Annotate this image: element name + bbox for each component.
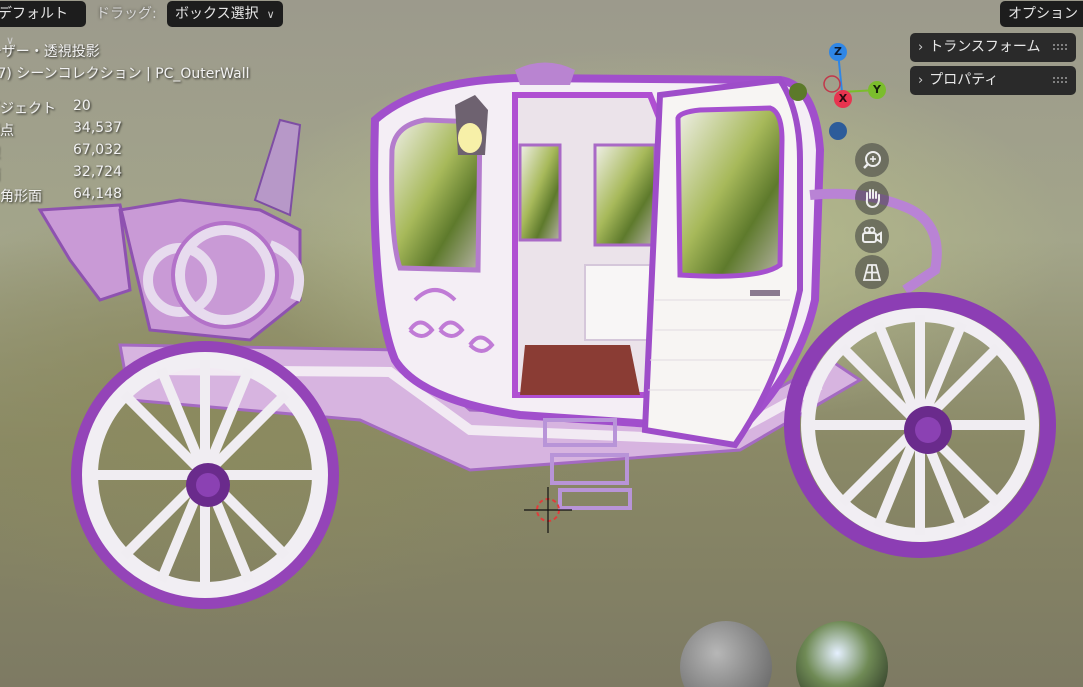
- ortho-toggle-button[interactable]: [855, 255, 889, 289]
- stat-key: オブジェクト: [0, 101, 56, 117]
- options-button[interactable]: オプション: [1000, 1, 1083, 27]
- transform-panel-tab[interactable]: › トランスフォーム: [910, 33, 1076, 62]
- drag-grip-icon[interactable]: [1052, 76, 1068, 84]
- grid-view-icon: [862, 264, 882, 281]
- 3d-viewport[interactable]: [0, 0, 1083, 687]
- stat-value: 20: [73, 98, 91, 114]
- zoom-icon: [863, 151, 881, 169]
- stat-key: 頂点: [0, 123, 14, 139]
- drag-select-label: ボックス選択: [175, 6, 259, 22]
- collection-path: (7) シーンコレクション | PC_OuterWall: [0, 66, 250, 82]
- drag-select-dropdown[interactable]: ボックス選択 ∨: [167, 1, 283, 27]
- gizmo-neg-y-axis[interactable]: [789, 83, 807, 101]
- gizmo-x-axis[interactable]: X: [834, 90, 852, 108]
- 3d-cursor-icon[interactable]: [524, 487, 572, 533]
- mode-dropdown-label: デフォルト: [0, 6, 68, 22]
- panel-tab-label: プロパティ: [929, 72, 999, 88]
- matcap-ball: [680, 621, 772, 687]
- chevron-right-icon: ›: [918, 40, 924, 55]
- stat-value: 34,537: [73, 120, 122, 136]
- stat-value: 32,724: [73, 164, 122, 180]
- zoom-button[interactable]: [855, 143, 889, 177]
- navigation-gizmo[interactable]: Z Y X: [785, 40, 895, 150]
- pan-button[interactable]: [855, 181, 889, 215]
- gizmo-y-axis[interactable]: Y: [868, 81, 886, 99]
- carriage-scene: [37, 62, 1056, 687]
- camera-icon: [862, 226, 882, 244]
- chevron-down-icon: ∨: [266, 8, 275, 21]
- hdri-ball: [796, 621, 888, 687]
- panel-tab-label: トランスフォーム: [929, 39, 1041, 55]
- gizmo-neg-z-axis[interactable]: [829, 122, 847, 140]
- options-label: オプション: [1008, 6, 1078, 22]
- drag-label: ドラッグ:: [96, 6, 157, 22]
- stat-value: 67,032: [73, 142, 122, 158]
- hand-pan-icon: [865, 189, 880, 209]
- gizmo-z-axis[interactable]: Z: [829, 43, 847, 61]
- mode-dropdown[interactable]: デフォルト∨: [0, 1, 86, 47]
- stat-key: 三角形面: [0, 189, 42, 205]
- stats-overlay: オブジェクト20 頂点34,537 辺67,032 面32,724 三角形面64…: [0, 98, 160, 208]
- stat-value: 64,148: [73, 186, 122, 202]
- properties-panel-tab[interactable]: › プロパティ: [910, 66, 1076, 95]
- drag-grip-icon[interactable]: [1052, 43, 1068, 51]
- camera-view-button[interactable]: [855, 219, 889, 253]
- chevron-right-icon: ›: [918, 73, 924, 88]
- view-name: ユーザー・透視投影: [0, 44, 100, 60]
